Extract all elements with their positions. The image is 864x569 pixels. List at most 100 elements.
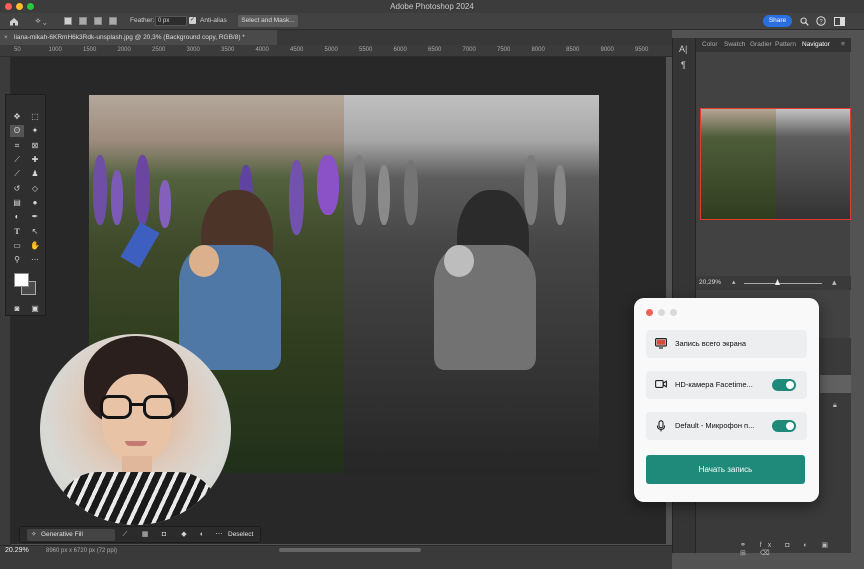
sparkle-icon: ✧ <box>31 531 37 538</box>
eraser-tool-icon[interactable]: ◇ <box>28 183 42 195</box>
navigator-zoom-value[interactable]: 20,29% <box>699 279 721 286</box>
antialias-label: Anti-alias <box>200 17 227 24</box>
zoom-in-icon[interactable]: ▴ <box>832 277 837 288</box>
feather-label: Feather: <box>130 17 155 24</box>
close-window-button[interactable] <box>646 309 653 316</box>
rectangle-tool-icon[interactable]: ▭ <box>10 240 24 252</box>
feather-input[interactable]: 0 px <box>155 16 187 26</box>
mask-icon[interactable]: ◘ <box>157 529 171 541</box>
lasso-tool-icon[interactable]: ʘ <box>10 125 24 137</box>
panel-menu-icon[interactable]: ≡ <box>841 41 845 48</box>
foreground-color-swatch[interactable] <box>14 273 29 287</box>
character-panel-icon[interactable]: A| <box>679 44 687 54</box>
adjustment-icon[interactable]: ◐ <box>195 529 209 541</box>
tab-color[interactable]: Color <box>702 41 718 48</box>
workspace-icon[interactable] <box>832 15 846 27</box>
history-brush-tool-icon[interactable]: ↺ <box>10 183 24 195</box>
options-bar: ⟡ ⌄ Feather: 0 px ✓ Anti-alias Select an… <box>0 13 864 30</box>
camera-toggle[interactable] <box>772 379 796 391</box>
hand-tool-icon[interactable]: ✋ <box>28 240 42 252</box>
ruler-tick-label: 50 <box>14 47 21 53</box>
microphone-toggle[interactable] <box>772 420 796 432</box>
microphone-icon <box>655 420 667 432</box>
lock-icon[interactable]: 🔒︎ <box>833 402 837 410</box>
ruler-tick-label: 6500 <box>428 47 442 53</box>
magic-wand-tool-icon[interactable]: ✦ <box>28 125 42 137</box>
title-bar: Adobe Photoshop 2024 <box>0 0 864 13</box>
type-tool-icon[interactable]: T <box>10 226 24 238</box>
microphone-option[interactable]: Default - Микрофон п... <box>646 412 807 440</box>
more-options-icon[interactable]: ⋯ <box>212 529 226 541</box>
pen-tool-icon[interactable]: ✒ <box>28 211 42 223</box>
antialias-checkbox[interactable]: ✓ <box>189 17 196 24</box>
tab-navigator[interactable]: Navigator <box>802 41 830 48</box>
document-tab-label: liana-mikah-6KRmH6k3Rdk-unsplash.jpg @ 2… <box>14 34 245 41</box>
ruler-tick-label: 9500 <box>635 47 649 53</box>
horizontal-scrollbar[interactable] <box>279 548 421 552</box>
gradient-tool-icon[interactable]: ▤ <box>10 197 24 209</box>
selected-layer-row[interactable] <box>820 375 851 393</box>
eyedropper-tool-icon[interactable]: ⟋ <box>10 154 24 166</box>
zoom-out-icon[interactable]: ▴ <box>732 278 736 286</box>
more-tools-icon[interactable]: ⋯ <box>28 254 42 266</box>
ruler-tick-label: 8000 <box>531 47 545 53</box>
minimize-window-button[interactable] <box>658 309 665 316</box>
layer-actions-icons[interactable]: ⚭ fx ◘ ◐ ▣ ⊞ ⌫ <box>740 541 850 557</box>
deselect-button[interactable]: Deselect <box>228 529 253 541</box>
panel-tabs: Color Swatch Gradier Pattern Navigator ≡ <box>696 38 851 52</box>
tab-patterns[interactable]: Pattern <box>775 41 796 48</box>
tab-swatches[interactable]: Swatch <box>724 41 745 48</box>
horizontal-ruler: 50 1000 1500 2000 2500 3000 3500 4000 4500 5000 55… <box>0 45 672 57</box>
tab-gradients[interactable]: Gradier <box>750 41 772 48</box>
search-icon[interactable] <box>798 15 810 27</box>
select-and-mask-button[interactable]: Select and Mask... <box>238 15 298 27</box>
crop-tool-icon[interactable]: ⌗ <box>10 140 24 152</box>
dodge-tool-icon[interactable]: ◐ <box>10 211 24 223</box>
paragraph-panel-icon[interactable]: ¶ <box>681 60 686 70</box>
zoom-tool-icon[interactable]: ⚲ <box>10 254 24 266</box>
zoom-level[interactable]: 20.29% <box>5 547 29 554</box>
intersect-selection-icon[interactable] <box>109 17 117 25</box>
ruler-tick-label: 8500 <box>566 47 580 53</box>
lasso-tool-icon[interactable]: ⟡ ⌄ <box>31 15 51 27</box>
camera-option[interactable]: HD-камера Facetime... <box>646 371 807 399</box>
ruler-tick-label: 5500 <box>359 47 373 53</box>
ruler-tick-label: 3500 <box>221 47 235 53</box>
clone-stamp-tool-icon[interactable]: ♟ <box>28 168 42 180</box>
quick-mask-icon[interactable]: ◙ <box>10 303 24 315</box>
navigator-thumbnail[interactable] <box>700 108 851 220</box>
document-tab[interactable]: × liana-mikah-6KRmH6k3Rdk-unsplash.jpg @… <box>0 30 277 45</box>
modify-selection-icon[interactable]: ⟋ <box>118 529 132 541</box>
frame-tool-icon[interactable]: ⊠ <box>28 140 42 152</box>
ruler-tick-label: 4500 <box>290 47 304 53</box>
ruler-tick-label: 7500 <box>497 47 511 53</box>
webcam-overlay[interactable] <box>40 334 231 525</box>
marquee-tool-icon[interactable]: ⬚ <box>28 111 42 123</box>
navigator-zoom-slider[interactable] <box>744 283 822 284</box>
screen-mode-icon[interactable]: ▣ <box>28 303 42 315</box>
home-icon[interactable] <box>8 15 20 27</box>
window-title: Adobe Photoshop 2024 <box>390 2 474 11</box>
full-screen-label: Запись всего экрана <box>675 339 747 348</box>
blur-tool-icon[interactable]: ● <box>28 197 42 209</box>
help-icon[interactable]: ? <box>815 15 827 27</box>
move-tool-icon[interactable]: ✥ <box>10 111 24 123</box>
contextual-task-bar: ✧ Generative Fill ⟋ ▦ ◘ ◆ ◐ ⋯ Deselect <box>19 526 261 543</box>
fill-icon[interactable]: ◆ <box>177 529 191 541</box>
close-tab-icon[interactable]: × <box>4 30 8 45</box>
path-selection-tool-icon[interactable]: ↖ <box>28 226 42 238</box>
ruler-tick-label: 7000 <box>462 47 476 53</box>
subtract-selection-icon[interactable] <box>94 17 102 25</box>
add-to-selection-icon[interactable] <box>79 17 87 25</box>
full-screen-option[interactable]: Запись всего экрана <box>646 330 807 358</box>
select-subject-icon[interactable]: ▦ <box>138 529 152 541</box>
camera-label: HD-камера Facetime... <box>675 380 753 389</box>
share-button[interactable]: Share <box>763 15 792 27</box>
maximize-window-button[interactable] <box>670 309 677 316</box>
generative-fill-button[interactable]: ✧ Generative Fill <box>27 529 115 541</box>
start-recording-button[interactable]: Начать запись <box>646 455 805 484</box>
navigator-zoom-slider-knob[interactable] <box>775 279 780 285</box>
healing-brush-tool-icon[interactable]: ✚ <box>28 154 42 166</box>
brush-tool-icon[interactable]: ⟋ <box>10 168 24 180</box>
new-selection-icon[interactable] <box>64 17 72 25</box>
